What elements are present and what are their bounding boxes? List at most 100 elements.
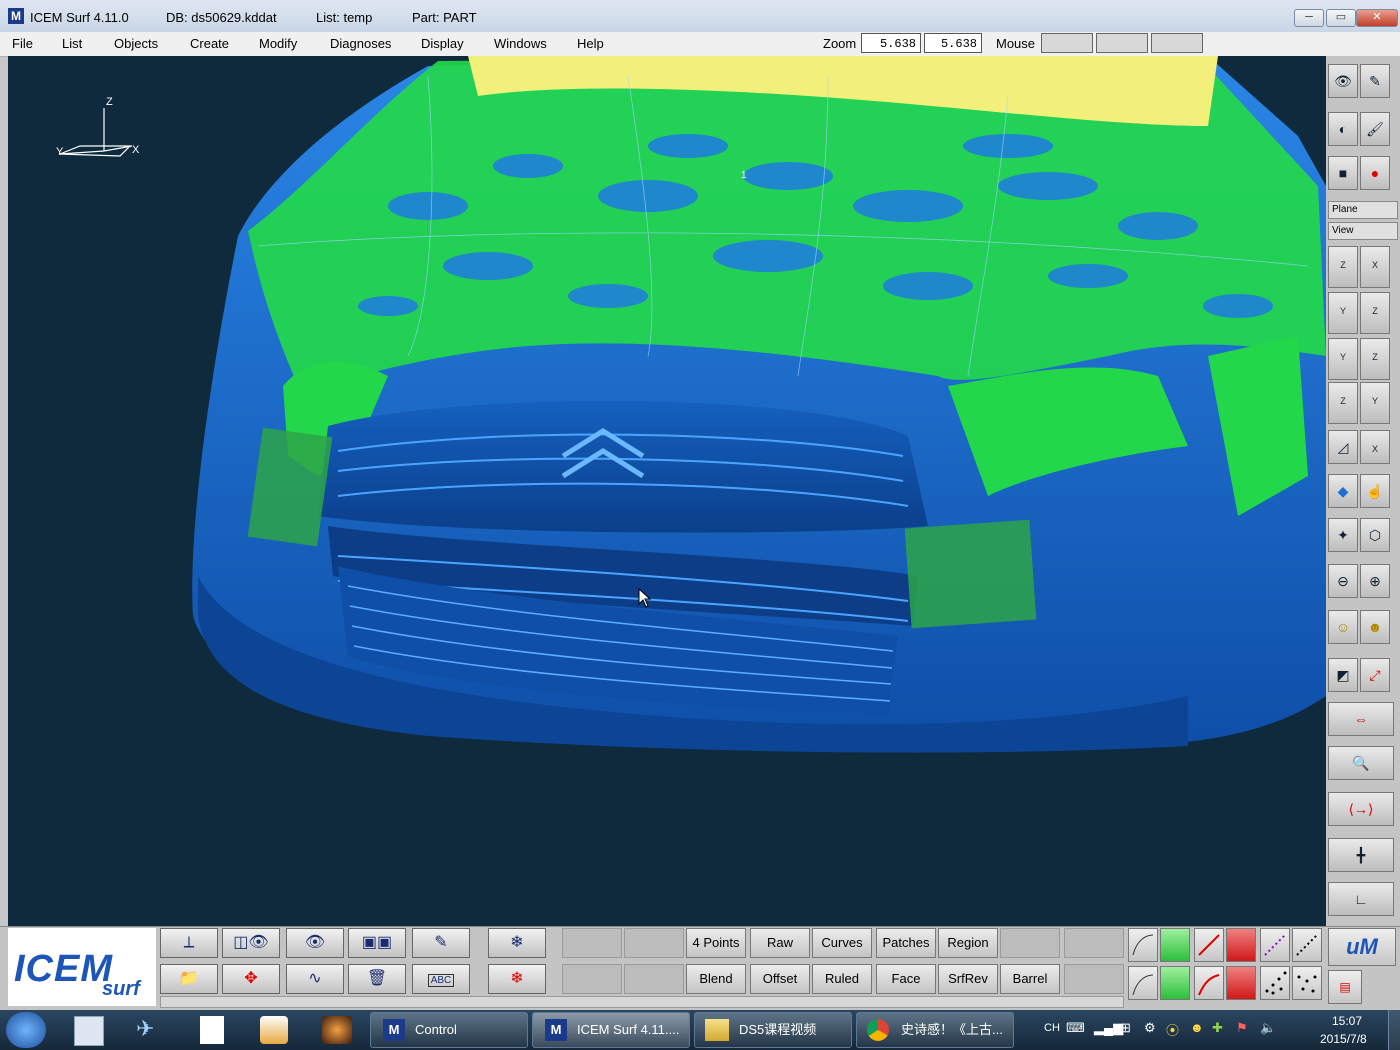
close-button[interactable]: ✕: [1356, 9, 1398, 27]
menu-list[interactable]: List: [62, 36, 82, 51]
menu-help[interactable]: Help: [577, 36, 604, 51]
view-select[interactable]: View: [1328, 222, 1398, 240]
measure-icon[interactable]: ∿: [286, 964, 344, 994]
green-curve-2-icon[interactable]: [1160, 966, 1190, 1000]
curve-connect-icon[interactable]: ⟨→⟩: [1328, 792, 1394, 826]
zoom-in-icon[interactable]: ⊕: [1360, 564, 1390, 598]
graphics-viewport[interactable]: Z X Y 1: [8, 56, 1326, 926]
doc-red-icon[interactable]: ▤: [1328, 970, 1362, 1004]
iso-view-icon[interactable]: ◿: [1328, 430, 1358, 464]
menu-create[interactable]: Create: [190, 36, 229, 51]
eraser-icon[interactable]: ◆: [1328, 474, 1358, 508]
view-iso-y-icon[interactable]: Y: [1360, 382, 1390, 424]
task-control[interactable]: M Control: [370, 1012, 528, 1048]
dotted-line-icon[interactable]: [1292, 928, 1322, 962]
view-y-icon[interactable]: Y: [1328, 338, 1358, 380]
edit-pencil-icon[interactable]: ✎: [412, 928, 470, 958]
volume-icon[interactable]: 🔈: [1260, 1020, 1276, 1036]
network-icon[interactable]: ▂▄▆: [1094, 1020, 1123, 1036]
qq-icon[interactable]: ☻: [1190, 1020, 1204, 1035]
task-folder[interactable]: DS5课程视频: [694, 1012, 852, 1048]
smiley-tall-icon[interactable]: ☻: [1360, 610, 1390, 644]
select-hand-icon[interactable]: ☝: [1360, 474, 1390, 508]
document-icon[interactable]: [200, 1016, 224, 1044]
folder-icon[interactable]: 📁: [160, 964, 218, 994]
smiley-icon[interactable]: ☺: [1328, 610, 1358, 644]
minimize-button[interactable]: ─: [1294, 9, 1324, 27]
srfrev-button[interactable]: SrfRev: [938, 964, 998, 994]
shell-shade-icon[interactable]: ◐: [1328, 112, 1358, 146]
green-curve-icon[interactable]: [1160, 928, 1190, 962]
red-curve-2-icon[interactable]: [1194, 966, 1224, 1000]
clock-date[interactable]: 2015/7/8: [1320, 1032, 1367, 1046]
axes-icon[interactable]: ∟: [1328, 882, 1394, 916]
bird-app-icon[interactable]: ✈: [136, 1016, 164, 1044]
point-grid-icon[interactable]: [1260, 966, 1290, 1000]
snowflake-icon[interactable]: ❄: [488, 928, 546, 958]
dotted-curve-icon[interactable]: [1260, 928, 1290, 962]
menu-display[interactable]: Display: [421, 36, 464, 51]
view-x-icon[interactable]: X: [1360, 246, 1390, 288]
frame-icon[interactable]: ⬡: [1360, 518, 1390, 552]
view-zy-icon[interactable]: Z: [1360, 338, 1390, 380]
calculator-icon[interactable]: [74, 1016, 104, 1046]
sphere-red-icon[interactable]: ●: [1360, 156, 1390, 190]
snowflake-rotate-icon[interactable]: ❄: [488, 964, 546, 994]
show-desktop-button[interactable]: [1388, 1010, 1400, 1050]
catia-icon[interactable]: [322, 1016, 352, 1044]
restore-button[interactable]: ▭: [1326, 9, 1356, 27]
flag-icon[interactable]: ⚑: [1236, 1020, 1248, 1036]
raw-button[interactable]: Raw: [750, 928, 810, 958]
grid-icon[interactable]: ╋: [1328, 838, 1394, 872]
4-points-button[interactable]: 4 Points: [686, 928, 746, 958]
view-z-icon[interactable]: Z: [1328, 382, 1358, 424]
analysis-magnifier-icon[interactable]: 🔍: [1328, 746, 1394, 780]
blend-button[interactable]: Blend: [686, 964, 746, 994]
curve-tool-2-icon[interactable]: [1128, 966, 1158, 1000]
point-scatter-icon[interactable]: [1292, 966, 1322, 1000]
task-chrome[interactable]: 史诗感！《上古...: [856, 1012, 1014, 1048]
zoom-box-icon[interactable]: ◩: [1328, 658, 1358, 692]
fit-all-icon[interactable]: ⇔: [1328, 702, 1394, 736]
text-abc-icon[interactable]: ABC: [412, 964, 470, 994]
view-eye-icon[interactable]: 👁: [1328, 64, 1358, 98]
menu-modify[interactable]: Modify: [259, 36, 297, 51]
ruled-button[interactable]: Ruled: [812, 964, 872, 994]
red-fill-icon[interactable]: [1226, 928, 1256, 962]
brush-icon[interactable]: 🖌: [1360, 112, 1390, 146]
light-icon[interactable]: ✦: [1328, 518, 1358, 552]
face-button[interactable]: Face: [876, 964, 936, 994]
language-indicator[interactable]: CH: [1044, 1022, 1060, 1034]
transform-icon[interactable]: ✥: [222, 964, 280, 994]
um-logo-icon[interactable]: uM: [1328, 928, 1396, 966]
settings-icon[interactable]: ⚙: [1144, 1020, 1156, 1036]
menu-objects[interactable]: Objects: [114, 36, 158, 51]
menu-diagnoses[interactable]: Diagnoses: [330, 36, 391, 51]
zoom-field-1[interactable]: 5.638: [861, 33, 921, 53]
clock-time[interactable]: 15:07: [1332, 1014, 1362, 1028]
menu-windows[interactable]: Windows: [494, 36, 547, 51]
python-icon[interactable]: ⦿: [1166, 1020, 1179, 1039]
windows-flag-icon[interactable]: ⊞: [1120, 1020, 1131, 1036]
curve-tool-icon[interactable]: [1128, 928, 1158, 962]
zoom-diagonal-icon[interactable]: ⤢: [1360, 658, 1390, 692]
cube-eye-icon[interactable]: ◫👁: [222, 928, 280, 958]
view-zx-icon[interactable]: Z: [1360, 292, 1390, 334]
start-button[interactable]: [6, 1012, 46, 1048]
axis-csys-icon[interactable]: ⟂: [160, 928, 218, 958]
curves-button[interactable]: Curves: [812, 928, 872, 958]
barrel-button[interactable]: Barrel: [1000, 964, 1060, 994]
red-fill-2-icon[interactable]: [1226, 966, 1256, 1000]
iso-view-x-icon[interactable]: X: [1360, 430, 1390, 464]
zoom-field-2[interactable]: 5.638: [924, 33, 982, 53]
layers-icon[interactable]: ▣▣: [348, 928, 406, 958]
pen-app-icon[interactable]: [260, 1016, 288, 1044]
eye-icon[interactable]: 👁: [286, 928, 344, 958]
region-button[interactable]: Region: [938, 928, 998, 958]
trash-icon[interactable]: 🗑: [348, 964, 406, 994]
paint-icon[interactable]: ✎: [1360, 64, 1390, 98]
menu-file[interactable]: File: [12, 36, 33, 51]
keyboard-icon[interactable]: ⌨: [1066, 1020, 1085, 1036]
plane-select[interactable]: Plane: [1328, 201, 1398, 219]
cube-shade-icon[interactable]: ■: [1328, 156, 1358, 190]
